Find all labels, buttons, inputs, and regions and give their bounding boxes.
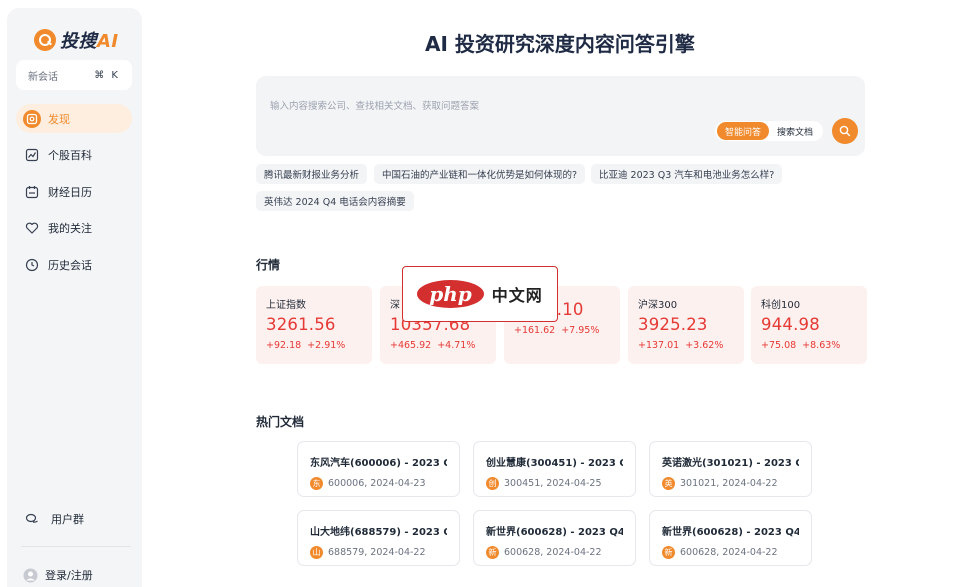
chat-bubbles-icon	[23, 510, 41, 528]
doc-meta: 新 600628, 2024-04-22	[662, 546, 799, 559]
sidebar-item-discover[interactable]: 发现	[16, 104, 132, 133]
heart-icon	[23, 219, 41, 237]
watermark-logo: php	[417, 280, 484, 308]
sidebar-item-history[interactable]: 历史会话	[16, 250, 132, 279]
quote-change-pct: +3.62%	[685, 340, 724, 351]
doc-title: 东风汽车(600006) - 2023 Q4	[310, 458, 447, 469]
company-badge-icon: 新	[662, 546, 675, 559]
doc-card[interactable]: 创业慧康(300451) - 2023 Q4 创 300451, 2024-04-…	[473, 441, 636, 497]
doc-meta: 山 688579, 2024-04-22	[310, 546, 447, 559]
user-group-button[interactable]: 用户群	[23, 510, 84, 528]
new-chat-label: 新会话	[28, 71, 58, 83]
new-chat-shortcut: ⌘ K	[94, 69, 120, 81]
docs-section-title: 热门文档	[256, 415, 305, 429]
doc-meta-text: 688579, 2024-04-22	[328, 547, 426, 558]
sidebar-item-following[interactable]: 我的关注	[16, 214, 132, 243]
search-input[interactable]: 输入内容搜索公司、查找相关文档、获取问题答案	[270, 98, 479, 112]
quote-change: +465.92 +4.71%	[390, 340, 486, 351]
doc-card[interactable]: 山大地纬(688579) - 2023 Q4 山 688579, 2024-04-…	[297, 510, 460, 566]
search-box[interactable]: 输入内容搜索公司、查找相关文档、获取问题答案 智能问答 搜索文档	[256, 76, 865, 156]
quote-price: 944.98	[761, 315, 820, 334]
doc-meta-text: 600628, 2024-04-22	[504, 547, 602, 558]
suggestion-chip[interactable]: 腾讯最新财报业务分析	[256, 164, 368, 184]
quote-change-pct: +8.63%	[802, 340, 841, 351]
doc-meta-text: 300451, 2024-04-25	[504, 478, 602, 489]
doc-meta-text: 600006, 2024-04-23	[328, 478, 426, 489]
avatar-icon	[21, 566, 39, 584]
mode-doc-search-button[interactable]: 搜索文档	[769, 122, 821, 140]
sidebar-item-label: 我的关注	[48, 222, 92, 235]
doc-card[interactable]: 新世界(600628) - 2023 Q4 - 新 600628, 2024-04…	[473, 510, 636, 566]
quote-change: +75.08 +8.63%	[761, 340, 857, 351]
quote-name: 沪深300	[638, 300, 678, 311]
quote-change-pct: +7.95%	[561, 325, 600, 336]
doc-title: 山大地纬(688579) - 2023 Q4	[310, 527, 447, 538]
doc-meta-text: 600628, 2024-04-22	[680, 547, 778, 558]
doc-meta-text: 301021, 2024-04-22	[680, 478, 778, 489]
sidebar-divider	[21, 546, 131, 547]
search-submit-button[interactable]	[832, 118, 858, 144]
doc-meta: 创 300451, 2024-04-25	[486, 477, 623, 490]
sidebar-item-label: 发现	[48, 112, 70, 126]
login-register-button[interactable]: 登录/注册	[21, 566, 93, 584]
discover-icon	[23, 109, 41, 128]
app-root: 投搜AI 新会话 ⌘ K 发现 个股百科 财经日历 我的关注 历史会话 用户群 …	[0, 0, 960, 587]
company-badge-icon: 东	[310, 477, 323, 490]
calendar-icon	[23, 183, 41, 201]
quote-change: +161.62 +7.95%	[514, 325, 610, 336]
quote-card[interactable]: 科创100 944.98 +75.08 +8.63%	[751, 286, 867, 364]
suggestion-chip[interactable]: 中国石油的产业链和一体化优势是如何体现的?	[374, 164, 586, 184]
quote-change: +92.18 +2.91%	[266, 340, 362, 351]
quote-name: 科创100	[761, 300, 801, 311]
sidebar-nav: 发现 个股百科 财经日历 我的关注 历史会话	[16, 104, 132, 287]
doc-meta: 新 600628, 2024-04-22	[486, 546, 623, 559]
quote-change-value: +161.62	[514, 325, 556, 336]
search-icon	[839, 125, 851, 137]
sidebar-item-label: 历史会话	[48, 258, 92, 272]
quote-change: +137.01 +3.62%	[638, 340, 734, 351]
new-chat-button[interactable]: 新会话 ⌘ K	[16, 60, 132, 90]
doc-title: 英诺激光(301021) - 2023 Q4	[662, 458, 799, 469]
quote-change-value: +465.92	[390, 340, 432, 351]
doc-meta: 东 600006, 2024-04-23	[310, 477, 447, 490]
stock-chart-icon	[23, 146, 41, 164]
sidebar-item-label: 财经日历	[48, 185, 92, 199]
sidebar-item-stock-wiki[interactable]: 个股百科	[16, 141, 132, 170]
quote-name: 上证指数	[266, 300, 306, 311]
sidebar: 投搜AI 新会话 ⌘ K 发现 个股百科 财经日历 我的关注 历史会话 用户群 …	[7, 8, 142, 587]
mode-smart-qa-button[interactable]: 智能问答	[717, 122, 770, 140]
user-group-label: 用户群	[51, 513, 84, 526]
quote-change-pct: +2.91%	[307, 340, 346, 351]
market-section-title: 行情	[256, 258, 281, 272]
doc-title: 新世界(600628) - 2023 Q4 -	[486, 527, 623, 538]
doc-card[interactable]: 英诺激光(301021) - 2023 Q4 英 301021, 2024-04-…	[649, 441, 812, 497]
doc-title: 创业慧康(300451) - 2023 Q4	[486, 458, 623, 469]
quote-change-value: +75.08	[761, 340, 797, 351]
doc-meta: 英 301021, 2024-04-22	[662, 477, 799, 490]
search-mode-toggle: 智能问答 搜索文档	[715, 121, 824, 141]
doc-card[interactable]: 新世界(600628) - 2023 Q4 - 新 600628, 2024-04…	[649, 510, 812, 566]
clock-icon	[23, 256, 41, 274]
suggestion-chip[interactable]: 比亚迪 2023 Q3 汽车和电池业务怎么样?	[591, 164, 783, 184]
quote-card[interactable]: 沪深300 3925.23 +137.01 +3.62%	[628, 286, 744, 364]
login-register-label: 登录/注册	[45, 569, 93, 582]
doc-title: 新世界(600628) - 2023 Q4 -	[662, 527, 799, 538]
doc-card[interactable]: 东风汽车(600006) - 2023 Q4 东 600006, 2024-04-…	[297, 441, 460, 497]
company-badge-icon: 创	[486, 477, 499, 490]
suggestion-chip[interactable]: 英伟达 2024 Q4 电话会内容摘要	[256, 191, 414, 211]
company-badge-icon: 新	[486, 546, 499, 559]
page-title: AI 投资研究深度内容问答引擎	[425, 32, 695, 56]
sidebar-item-calendar[interactable]: 财经日历	[16, 177, 132, 206]
company-badge-icon: 山	[310, 546, 323, 559]
php-cn-watermark: php 中文网	[402, 266, 558, 322]
company-badge-icon: 英	[662, 477, 675, 490]
watermark-text: 中文网	[491, 286, 543, 305]
quote-change-pct: +4.71%	[437, 340, 476, 351]
quote-price: 3925.23	[638, 315, 708, 334]
quote-change-value: +92.18	[266, 340, 302, 351]
sidebar-item-label: 个股百科	[48, 149, 92, 162]
quote-card[interactable]: 上证指数 3261.56 +92.18 +2.91%	[256, 286, 372, 364]
quote-price: 3261.56	[266, 315, 336, 334]
quote-change-value: +137.01	[638, 340, 680, 351]
